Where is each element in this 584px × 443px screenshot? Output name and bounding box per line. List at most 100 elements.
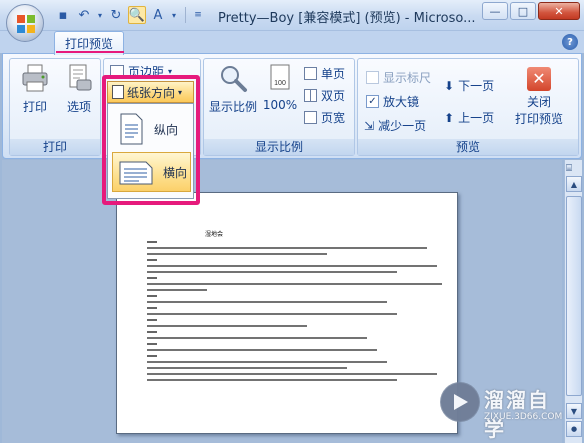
office-button[interactable] xyxy=(6,4,44,42)
ribbon: 打印 选项 打印 页边距 ▾ 显示比例 100 100% 单页 双页 页宽 显示… xyxy=(2,53,582,159)
text-line xyxy=(147,253,327,255)
vertical-scrollbar[interactable]: ▲ ▼ ● xyxy=(564,160,582,443)
redo-icon[interactable]: ↻ xyxy=(107,6,125,24)
dropdown-icon[interactable]: ▾ xyxy=(170,6,178,24)
prev-page-icon: ⬆ xyxy=(444,110,455,125)
print-preview-icon[interactable]: 🔍 xyxy=(128,6,146,24)
next-page-icon: ⬇ xyxy=(444,78,455,93)
ruler-toggle-icon[interactable]: ⌸ xyxy=(566,163,580,177)
text-line xyxy=(147,349,377,351)
margins-label: 页边距 xyxy=(128,65,165,79)
next-page-button[interactable]: ⬇ 下一页 xyxy=(444,77,494,94)
zoom-group: 显示比例 100 100% 单页 双页 页宽 显示比例 xyxy=(203,58,355,156)
chevron-down-icon: ▾ xyxy=(178,87,183,97)
magnifier-icon xyxy=(221,66,247,92)
help-icon[interactable]: ? xyxy=(562,34,578,50)
zoom-group-label: 显示比例 xyxy=(204,139,354,155)
dropdown-icon[interactable]: ▾ xyxy=(96,6,104,24)
text-line xyxy=(147,241,157,243)
preview-group-label: 预览 xyxy=(358,139,578,155)
orientation-landscape-item[interactable]: 横向 xyxy=(112,152,191,192)
save-icon[interactable]: ▪ xyxy=(54,6,72,24)
text-line xyxy=(147,265,437,267)
window-title: Pretty—Boy [兼容模式] (预览) - Microso... xyxy=(218,11,476,26)
text-line xyxy=(147,343,157,345)
margins-button[interactable]: 页边距 ▾ xyxy=(110,63,172,80)
text-line xyxy=(147,247,427,249)
options-label: 选项 xyxy=(66,100,91,114)
show-ruler-label: 显示标尺 xyxy=(383,71,432,85)
orientation-label: 纸张方向 xyxy=(127,85,176,100)
close-preview-icon: ✕ xyxy=(527,67,551,91)
watermark-logo-icon xyxy=(440,382,480,422)
options-button[interactable]: 选项 xyxy=(60,63,98,115)
undo-icon[interactable]: ↶ xyxy=(75,6,93,24)
shrink-one-page-icon: ⇲ xyxy=(364,118,375,133)
orientation-menu: 纵向 横向 xyxy=(107,103,194,199)
scroll-up-icon[interactable]: ▲ xyxy=(566,176,582,192)
text-line xyxy=(147,289,207,291)
magnifier-label: 放大镜 xyxy=(383,95,420,109)
tab-highlight-underline xyxy=(56,51,124,53)
chevron-down-icon: ▾ xyxy=(168,67,173,76)
hundred-percent-label: 100% xyxy=(262,98,298,112)
show-ruler-checkbox[interactable]: 显示标尺 xyxy=(366,69,431,86)
print-label: 打印 xyxy=(22,100,47,114)
show-ruler-check-icon xyxy=(366,71,379,84)
one-page-button[interactable]: 单页 xyxy=(304,65,345,82)
shrink-one-page-button[interactable]: ⇲ 减少一页 xyxy=(364,117,426,134)
text-line xyxy=(147,319,157,321)
text-line xyxy=(147,277,157,279)
print-button[interactable]: 打印 xyxy=(16,63,54,115)
magnifier-checkbox[interactable]: ✓ 放大镜 xyxy=(366,93,419,110)
portrait-page-icon xyxy=(120,113,143,145)
watermark: 溜溜自学 ZIXUE.3D66.COM xyxy=(440,378,563,441)
orientation-dropdown-button[interactable]: 纸张方向 ▾ xyxy=(107,81,194,103)
text-line xyxy=(147,271,397,273)
page-text-lines xyxy=(147,241,447,385)
landscape-page-icon xyxy=(119,161,153,185)
scroll-down-icon[interactable]: ▼ xyxy=(566,403,582,419)
prev-page-button[interactable]: ⬆ 上一页 xyxy=(444,109,494,126)
text-line xyxy=(147,295,157,297)
options-icon xyxy=(69,64,92,91)
page-width-icon xyxy=(304,111,317,124)
text-line xyxy=(147,325,307,327)
two-pages-button[interactable]: 双页 xyxy=(304,87,345,104)
close-preview-label-2: 打印预览 xyxy=(514,112,563,126)
close-preview-label-1: 关闭 xyxy=(526,95,551,109)
landscape-label: 横向 xyxy=(163,165,188,180)
zoom-button[interactable]: 显示比例 xyxy=(208,63,258,115)
office-logo-icon xyxy=(17,15,35,33)
two-pages-icon xyxy=(304,89,317,102)
minimize-button[interactable]: — xyxy=(482,2,508,20)
maximize-button[interactable]: □ xyxy=(510,2,536,20)
magnifier-check-icon: ✓ xyxy=(366,95,379,108)
page-width-button[interactable]: 页宽 xyxy=(304,109,345,126)
portrait-label: 纵向 xyxy=(154,122,179,137)
text-line xyxy=(147,313,397,315)
page-width-label: 页宽 xyxy=(321,111,346,125)
close-preview-button[interactable]: ✕ 关闭 打印预览 xyxy=(508,63,570,127)
text-style-icon[interactable]: A xyxy=(149,6,167,24)
text-line xyxy=(147,283,442,285)
text-line xyxy=(147,361,387,363)
hundred-percent-button[interactable]: 100 100% xyxy=(262,63,298,112)
text-line xyxy=(147,373,437,375)
text-line xyxy=(147,331,157,333)
select-browse-object-icon[interactable]: ● xyxy=(566,421,582,437)
text-line xyxy=(147,301,387,303)
watermark-url: ZIXUE.3D66.COM xyxy=(484,412,563,422)
window-controls: — □ ✕ xyxy=(482,2,580,20)
orientation-portrait-item[interactable]: 纵向 xyxy=(112,109,191,149)
customize-toolbar-icon[interactable]: ≡ xyxy=(193,6,203,24)
preview-group: 显示标尺 ✓ 放大镜 ⇲ 减少一页 ⬇ 下一页 ⬆ 上一页 ✕ 关闭 打印预览 … xyxy=(357,58,579,156)
text-line xyxy=(147,367,347,369)
separator xyxy=(185,7,186,23)
next-page-label: 下一页 xyxy=(458,79,495,93)
close-button[interactable]: ✕ xyxy=(538,2,580,20)
hundred-percent-icon: 100 xyxy=(270,64,290,90)
preview-page[interactable]: 湿地会 xyxy=(116,192,458,434)
one-page-label: 单页 xyxy=(321,67,346,81)
scroll-thumb[interactable] xyxy=(566,196,582,396)
